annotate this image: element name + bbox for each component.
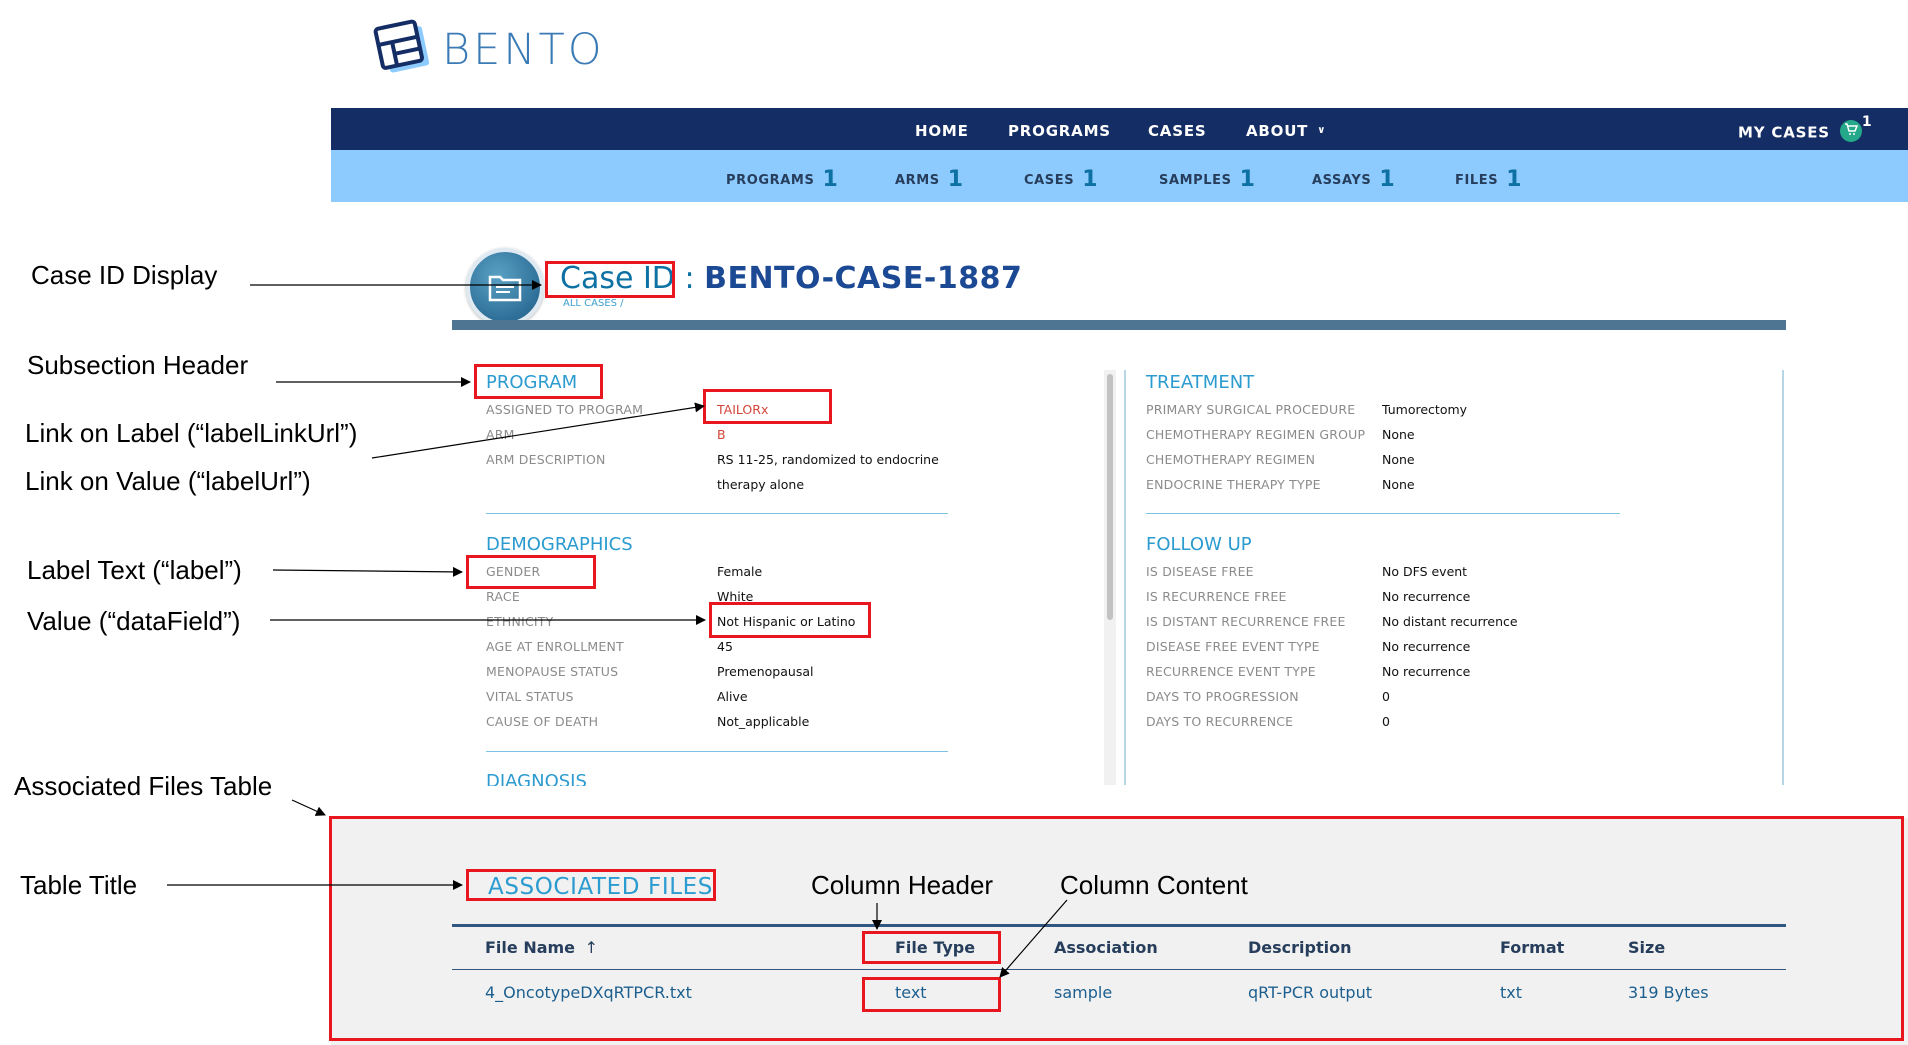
arrow-files-table — [291, 799, 326, 816]
arrow-link — [371, 402, 705, 459]
annotation-arrows — [167, 280, 1068, 978]
arrow-column-content — [999, 899, 1068, 978]
arrow-label-text — [272, 566, 463, 577]
